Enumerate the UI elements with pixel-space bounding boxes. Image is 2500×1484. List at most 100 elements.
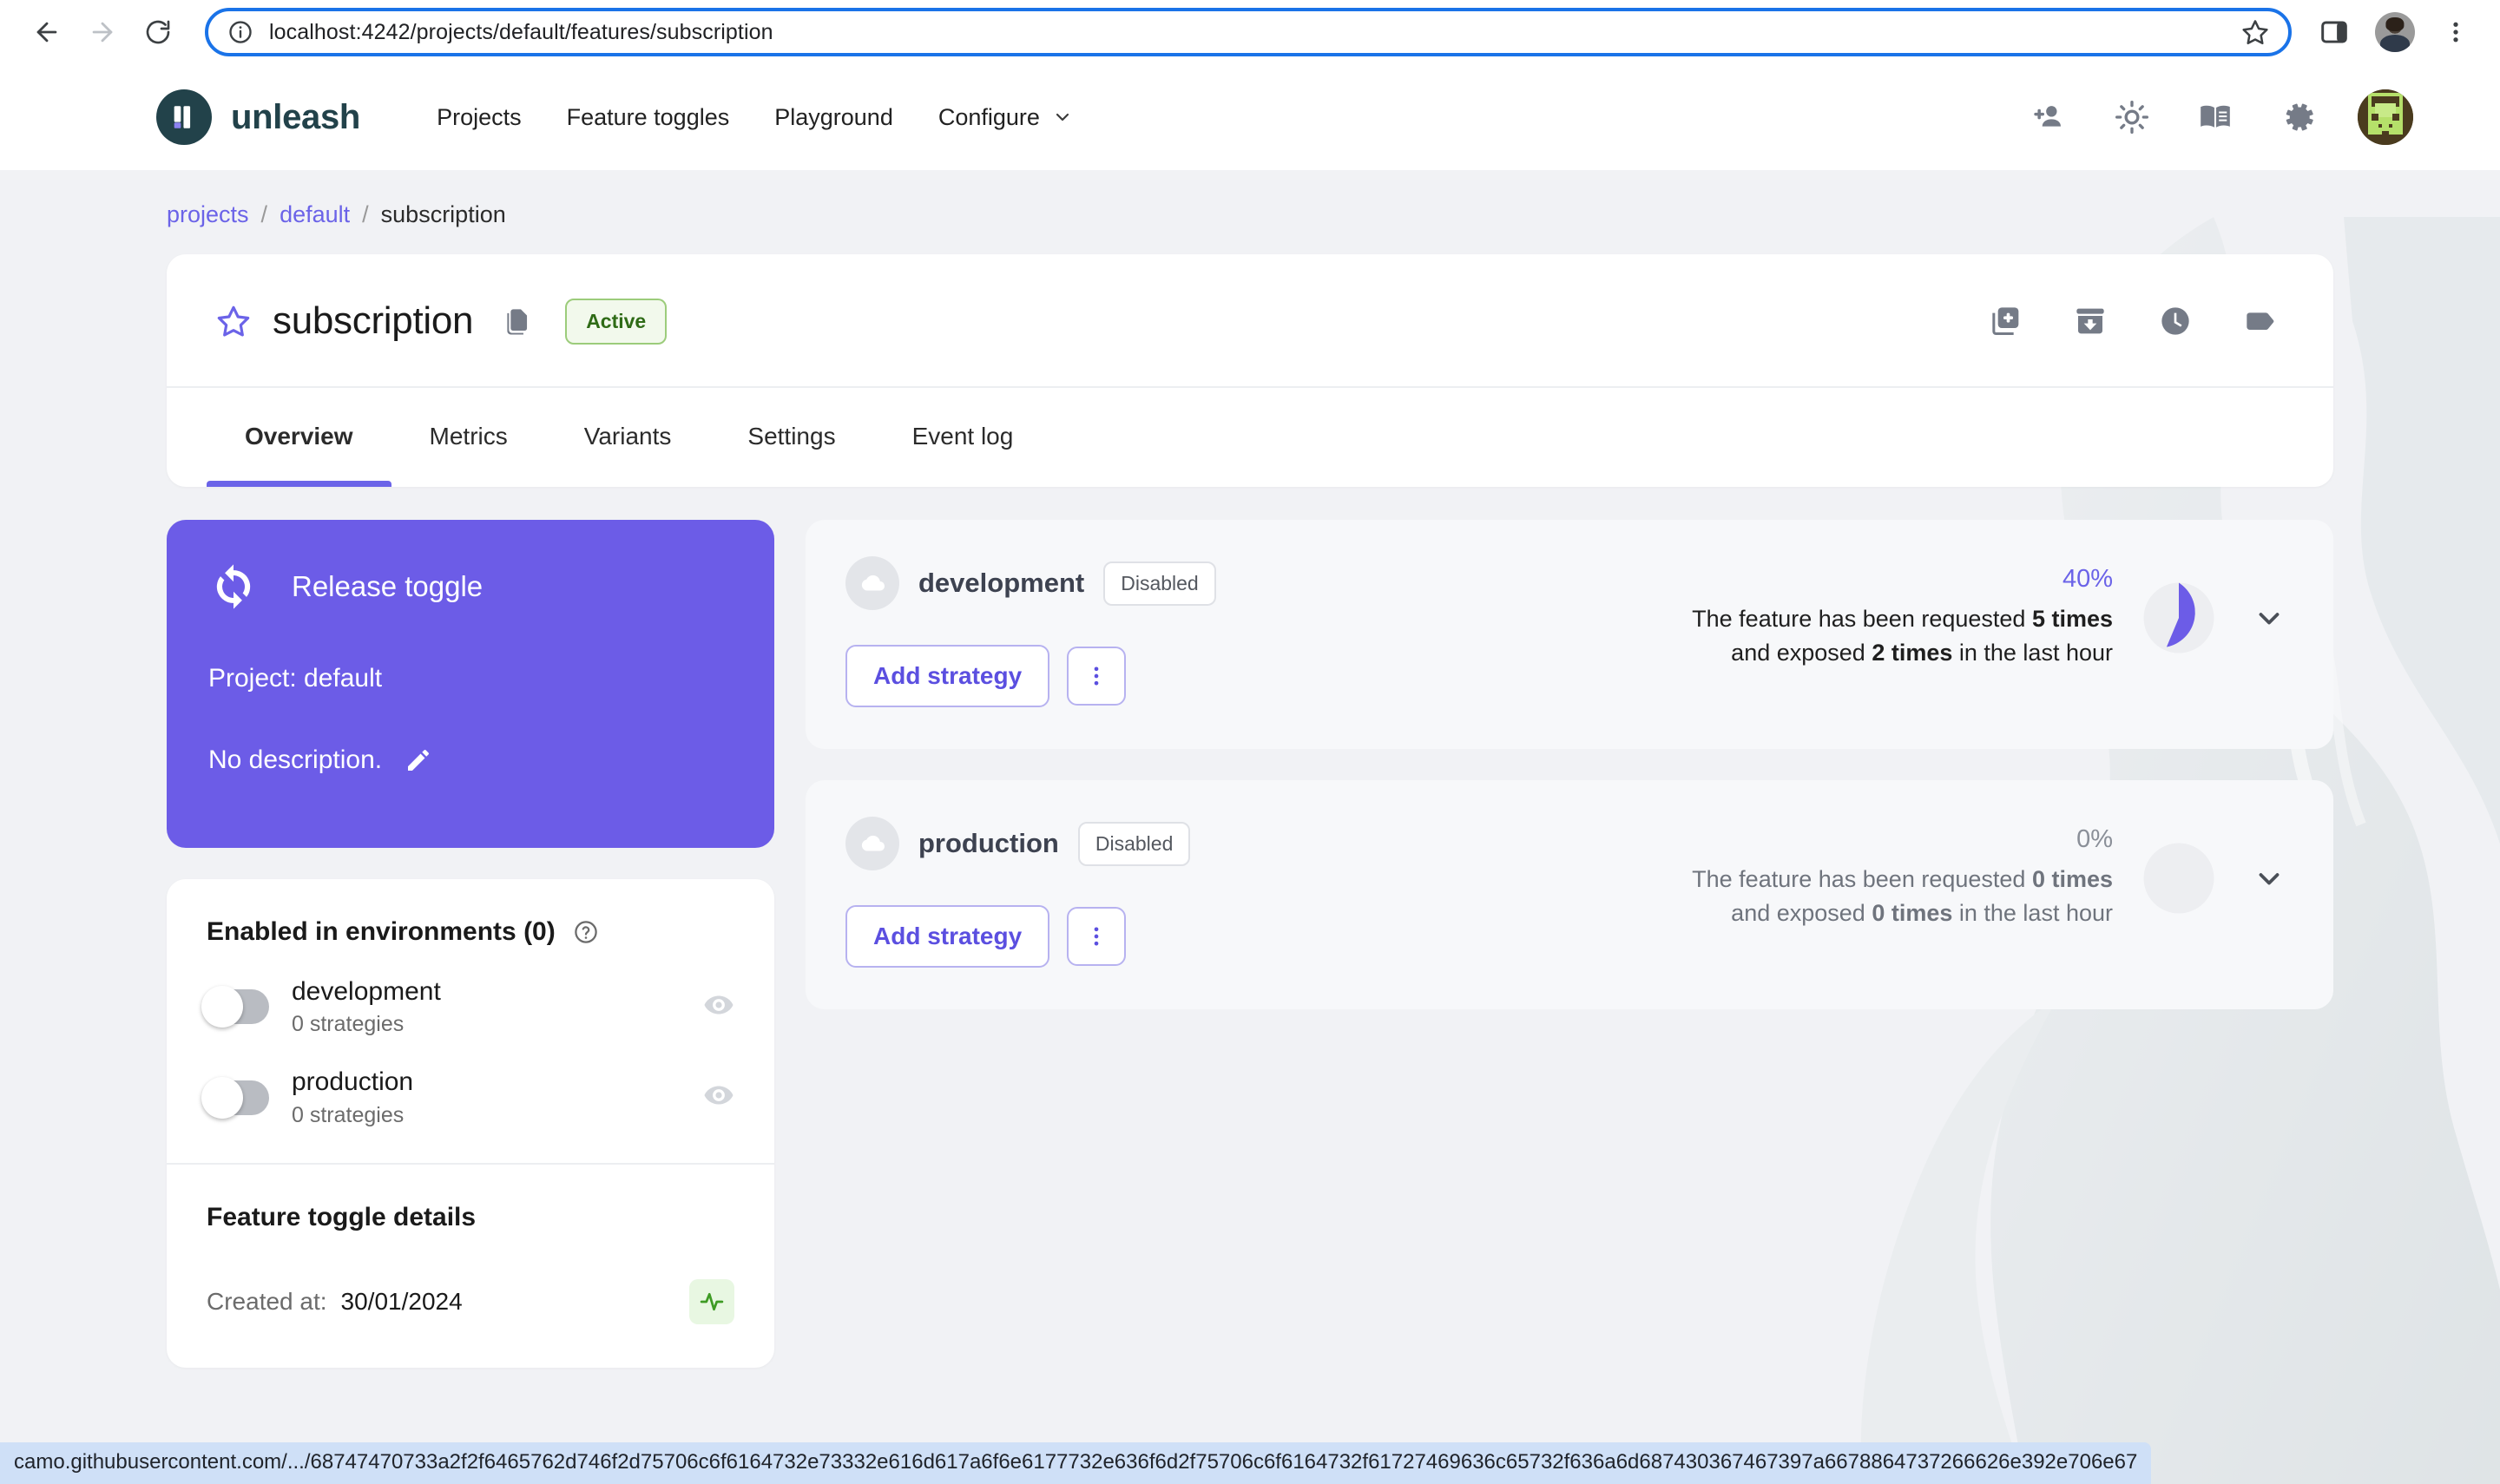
- environment-name: production: [292, 1067, 414, 1097]
- metrics-percentage: 0%: [2076, 825, 2113, 853]
- overview-sidebar: Release toggle Project: default No descr…: [167, 520, 774, 1368]
- toggle-knob: [201, 986, 243, 1028]
- bookmark-star-icon[interactable]: [2241, 18, 2269, 46]
- environment-name: development: [292, 977, 441, 1006]
- enabled-environments-heading: Enabled in environments (0): [207, 917, 734, 947]
- metrics-line-1: The feature has been requested 5 times: [1692, 602, 2113, 636]
- browser-toolbar: localhost:4242/projects/default/features…: [0, 0, 2500, 64]
- environment-card-header: development Disabled: [845, 556, 1216, 610]
- kebab-menu-icon: [2453, 22, 2458, 43]
- environment-card-main: development Disabled Add strategy: [845, 556, 1216, 707]
- history-icon: [2161, 307, 2189, 335]
- side-panel-button[interactable]: [2309, 7, 2359, 57]
- breadcrumb-projects[interactable]: projects: [167, 201, 249, 228]
- visibility-button-development[interactable]: [703, 989, 734, 1025]
- environment-toggle-row-development: development 0 strategies: [201, 976, 734, 1037]
- chrome-profile-avatar: [2375, 12, 2415, 52]
- address-bar[interactable]: localhost:4242/projects/default/features…: [205, 8, 2292, 56]
- add-strategy-button-development[interactable]: Add strategy: [845, 645, 1050, 707]
- nav-item-projects[interactable]: Projects: [414, 94, 544, 141]
- gear-icon: [2286, 103, 2313, 131]
- back-arrow-icon: [36, 22, 57, 43]
- settings-button[interactable]: [2274, 93, 2323, 141]
- back-button[interactable]: [19, 4, 75, 60]
- environment-toggle-row-production: production 0 strategies: [201, 1067, 734, 1127]
- sun-icon: [2115, 101, 2148, 134]
- feature-details-section: Feature toggle details Created at: 30/01…: [167, 1162, 774, 1359]
- tags-button[interactable]: [2236, 297, 2285, 345]
- metrics-pie-chart-development: [2143, 582, 2214, 653]
- metrics-line-1-prefix: The feature has been requested: [1692, 606, 2032, 632]
- copy-name-button[interactable]: [492, 296, 543, 346]
- archive-button[interactable]: [2066, 297, 2115, 345]
- environment-strategies-count: 0 strategies: [292, 1012, 405, 1037]
- site-info-icon[interactable]: [227, 19, 253, 45]
- user-avatar[interactable]: [2358, 89, 2413, 145]
- side-panel-icon: [2321, 21, 2347, 43]
- breadcrumb-project[interactable]: default: [280, 201, 350, 228]
- eye-icon: [704, 1086, 734, 1105]
- release-toggle-card: Release toggle Project: default No descr…: [167, 520, 774, 848]
- help-circle-icon[interactable]: [573, 919, 599, 945]
- tab-metrics[interactable]: Metrics: [391, 388, 546, 487]
- archive-icon: [2076, 308, 2104, 334]
- created-at-label: Created at:: [207, 1287, 327, 1315]
- forward-button[interactable]: [75, 4, 130, 60]
- metrics-line-1: The feature has been requested 0 times: [1692, 863, 2113, 896]
- url-text[interactable]: localhost:4242/projects/default/features…: [269, 20, 2226, 45]
- header-actions: [2024, 89, 2413, 145]
- metrics-pie-chart-production: [2143, 843, 2214, 914]
- nav-item-playground[interactable]: Playground: [752, 94, 916, 141]
- metrics-text: 40% The feature has been requested 5 tim…: [1692, 565, 2113, 670]
- created-at-value: 30/01/2024: [340, 1287, 463, 1315]
- metrics-line-2: and exposed 0 times in the last hour: [1692, 896, 2113, 930]
- more-actions-button-development[interactable]: [1067, 647, 1127, 706]
- nav-item-configure-label: Configure: [938, 103, 1040, 130]
- enabled-environments-section: Enabled in environments (0) development …: [167, 879, 774, 1163]
- metrics-requested-count: 0 times: [2031, 866, 2113, 892]
- tab-settings[interactable]: Settings: [709, 388, 873, 487]
- chrome-menu-button[interactable]: [2431, 7, 2481, 57]
- favorite-button[interactable]: [207, 294, 260, 348]
- environment-info: development 0 strategies: [292, 976, 441, 1037]
- reload-button[interactable]: [130, 4, 186, 60]
- sync-icon: [216, 564, 251, 609]
- cloud-icon: [861, 575, 885, 591]
- copy-feature-icon: [1992, 307, 2019, 335]
- expand-button-development[interactable]: [2245, 594, 2293, 642]
- metrics-line-2: and exposed 2 times in the last hour: [1692, 636, 2113, 670]
- feature-tabs: Overview Metrics Variants Settings Event…: [167, 388, 2333, 487]
- nav-item-configure[interactable]: Configure: [916, 94, 1095, 141]
- add-strategy-button-production[interactable]: Add strategy: [845, 905, 1050, 968]
- metrics-line-2-prefix: and exposed: [1731, 900, 1872, 927]
- history-button[interactable]: [2151, 297, 2200, 345]
- environment-card-production: production Disabled Add strategy 0% The …: [806, 780, 2333, 1009]
- tab-event-log[interactable]: Event log: [874, 388, 1052, 487]
- tag-icon: [2247, 312, 2274, 330]
- brand-logo-group[interactable]: unleash: [156, 89, 360, 145]
- environment-card-main: production Disabled Add strategy: [845, 817, 1191, 968]
- metrics-line-1-prefix: The feature has been requested: [1692, 866, 2032, 892]
- tab-variants[interactable]: Variants: [546, 388, 710, 487]
- theme-toggle-button[interactable]: [2108, 93, 2156, 141]
- toggle-development[interactable]: [201, 986, 269, 1028]
- expand-button-production[interactable]: [2245, 854, 2293, 903]
- person-add-icon: [2034, 106, 2061, 127]
- chrome-actions: [2304, 7, 2481, 57]
- book-icon: [2201, 105, 2230, 128]
- more-actions-button-production[interactable]: [1067, 907, 1127, 966]
- nav-item-feature-toggles[interactable]: Feature toggles: [544, 94, 753, 141]
- copy-feature-button[interactable]: [1981, 297, 2030, 345]
- environment-card-name: production: [918, 828, 1059, 858]
- environment-metrics-production: 0% The feature has been requested 0 time…: [1692, 817, 2293, 930]
- tab-overview[interactable]: Overview: [207, 388, 391, 487]
- invite-users-button[interactable]: [2024, 93, 2073, 141]
- profile-button[interactable]: [2370, 7, 2420, 57]
- toggle-production[interactable]: [201, 1076, 269, 1119]
- chevron-down-icon: [2259, 612, 2280, 625]
- documentation-button[interactable]: [2191, 93, 2240, 141]
- app-header: unleash Projects Feature toggles Playgro…: [0, 64, 2500, 170]
- pencil-icon[interactable]: [405, 746, 432, 774]
- reload-icon: [146, 20, 170, 44]
- visibility-button-production[interactable]: [703, 1080, 734, 1115]
